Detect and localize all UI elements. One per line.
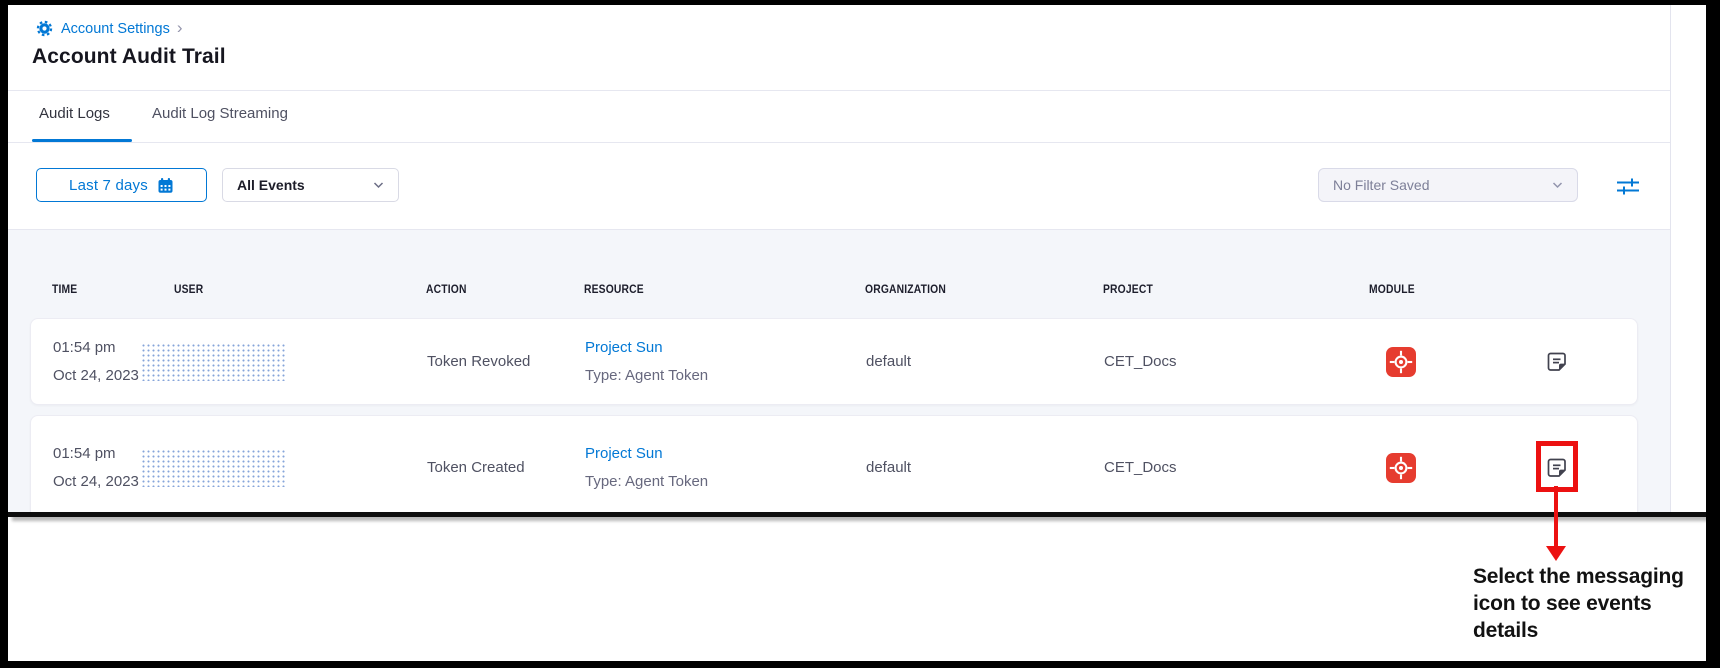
annotation-arrowhead (1546, 546, 1566, 561)
action-cell: Token Created (427, 416, 525, 517)
table-row-1: 01:54 pm Oct 24, 2023 Token Revoked Proj… (30, 318, 1638, 405)
highlight-box (1536, 441, 1578, 492)
time-value: 01:54 pm (53, 445, 139, 462)
organization-cell: default (866, 319, 911, 404)
annotation-text: Select the messaging icon to see events … (1473, 563, 1684, 644)
calendar-icon (157, 177, 174, 194)
project-value: CET_Docs (1104, 459, 1177, 476)
tabs-divider (8, 142, 1670, 143)
organization-value: default (866, 459, 911, 476)
filter-sliders-icon[interactable] (1614, 172, 1642, 200)
breadcrumb-separator: › (177, 19, 183, 36)
audit-table: TIME USER ACTION RESOURCE ORGANIZATION P… (8, 229, 1670, 517)
action-value: Token Created (427, 459, 525, 476)
header-divider (8, 90, 1670, 91)
event-type-dropdown[interactable]: All Events (222, 168, 399, 202)
event-type-value: All Events (237, 177, 305, 193)
cet-module-icon (1386, 453, 1416, 483)
resource-type: Type: Agent Token (585, 473, 708, 490)
date-value: Oct 24, 2023 (53, 473, 139, 490)
resource-type: Type: Agent Token (585, 367, 708, 384)
column-header-resource: RESOURCE (584, 282, 644, 296)
action-value: Token Revoked (427, 353, 530, 370)
annotation-line: details (1473, 617, 1684, 644)
project-cell: CET_Docs (1104, 416, 1177, 517)
column-header-time: TIME (52, 282, 77, 296)
annotation-arrow (1554, 486, 1558, 547)
saved-filter-value: No Filter Saved (1333, 177, 1429, 193)
table-row-2: 01:54 pm Oct 24, 2023 Token Created Proj… (30, 415, 1638, 517)
tab-audit-log-streaming[interactable]: Audit Log Streaming (152, 105, 288, 122)
column-header-action: ACTION (426, 282, 467, 296)
message-note-icon[interactable] (1544, 349, 1570, 375)
annotation-line: Select the messaging (1473, 563, 1684, 590)
column-header-user: USER (174, 282, 203, 296)
action-cell: Token Revoked (427, 319, 530, 404)
date-value: Oct 24, 2023 (53, 367, 139, 384)
breadcrumb[interactable]: Account Settings › (35, 19, 183, 38)
organization-value: default (866, 353, 911, 370)
resource-cell: Project Sun Type: Agent Token (585, 416, 708, 517)
column-header-module: MODULE (1369, 282, 1415, 296)
date-range-button[interactable]: Last 7 days (36, 168, 207, 202)
chevron-down-icon (373, 181, 384, 189)
scrollbar-gutter (1670, 5, 1671, 512)
saved-filter-dropdown[interactable]: No Filter Saved (1318, 168, 1578, 202)
gear-icon (35, 19, 54, 38)
time-cell: 01:54 pm Oct 24, 2023 (53, 319, 139, 404)
chevron-down-icon (1552, 181, 1563, 189)
user-redacted-cell (141, 449, 287, 487)
page-title: Account Audit Trail (32, 45, 226, 69)
date-range-label: Last 7 days (69, 177, 148, 194)
resource-cell: Project Sun Type: Agent Token (585, 319, 708, 404)
project-cell: CET_Docs (1104, 319, 1177, 404)
user-redacted-cell (141, 343, 287, 381)
column-header-organization: ORGANIZATION (865, 282, 946, 296)
time-value: 01:54 pm (53, 339, 139, 356)
project-value: CET_Docs (1104, 353, 1177, 370)
app-screenshot: Account Settings › Account Audit Trail A… (8, 5, 1706, 517)
breadcrumb-link[interactable]: Account Settings (61, 21, 170, 37)
annotation-line: icon to see events (1473, 590, 1684, 617)
cet-module-icon (1386, 347, 1416, 377)
organization-cell: default (866, 416, 911, 517)
time-cell: 01:54 pm Oct 24, 2023 (53, 416, 139, 517)
resource-link[interactable]: Project Sun (585, 445, 708, 462)
tab-audit-logs[interactable]: Audit Logs (39, 105, 110, 122)
resource-link[interactable]: Project Sun (585, 339, 708, 356)
column-header-project: PROJECT (1103, 282, 1153, 296)
